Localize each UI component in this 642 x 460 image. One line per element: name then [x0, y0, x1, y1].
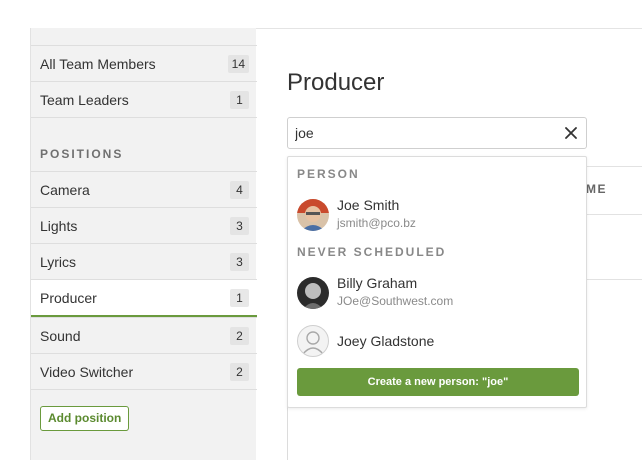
positions-section-header: POSITIONS — [40, 147, 124, 161]
count-badge: 3 — [230, 252, 249, 271]
avatar — [297, 199, 329, 231]
count-badge: 2 — [230, 326, 249, 345]
count-badge: 14 — [227, 54, 249, 73]
count-badge: 3 — [230, 216, 249, 235]
sidebar-item-sound[interactable]: Sound 2 — [31, 317, 257, 353]
sidebar-item-all-team-members[interactable]: All Team Members 14 — [31, 45, 257, 81]
sidebar-item-camera[interactable]: Camera 4 — [31, 171, 257, 207]
sidebar: All Team Members 14 Team Leaders 1 POSIT… — [30, 28, 257, 460]
table-column-header: ME — [586, 182, 607, 196]
person-section-header: PERSON — [297, 167, 360, 181]
count-badge: 2 — [230, 362, 249, 381]
sidebar-item-lights[interactable]: Lights 3 — [31, 207, 257, 243]
result-name: Billy Graham — [337, 275, 418, 291]
close-icon[interactable] — [563, 125, 579, 141]
count-badge: 1 — [230, 90, 249, 109]
person-search — [287, 117, 587, 149]
result-item-joey-gladstone[interactable]: Joey Gladstone — [288, 318, 586, 362]
sidebar-item-label: Lights — [40, 217, 78, 234]
never-scheduled-section-header: NEVER SCHEDULED — [297, 245, 447, 259]
count-badge: 4 — [230, 180, 249, 199]
sidebar-item-lyrics[interactable]: Lyrics 3 — [31, 243, 257, 279]
sidebar-item-team-leaders[interactable]: Team Leaders 1 — [31, 81, 257, 118]
sidebar-item-video-switcher[interactable]: Video Switcher 2 — [31, 353, 257, 390]
add-position-button[interactable]: Add position — [40, 406, 130, 431]
sidebar-item-label: All Team Members — [40, 55, 156, 72]
page-title: Producer — [287, 69, 385, 96]
result-email: jsmith@pco.bz — [337, 216, 416, 230]
result-name: Joey Gladstone — [337, 333, 435, 349]
sidebar-item-label: Team Leaders — [40, 91, 129, 108]
count-badge: 1 — [230, 288, 249, 307]
sidebar-item-label: Video Switcher — [40, 363, 134, 380]
avatar-placeholder-icon — [297, 325, 329, 357]
sidebar-item-label: Camera — [40, 181, 90, 198]
create-new-person-button[interactable]: Create a new person: "joe" — [297, 368, 579, 396]
sidebar-item-label: Lyrics — [40, 253, 77, 270]
sidebar-item-label: Producer — [40, 289, 97, 306]
table-border — [287, 405, 288, 460]
avatar — [297, 277, 329, 309]
search-results-dropdown: PERSON Joe Smith jsmith@pco.bz NEVER SCH… — [287, 156, 587, 408]
sidebar-item-label: Sound — [40, 327, 81, 344]
result-name: Joe Smith — [337, 197, 400, 213]
result-item-joe-smith[interactable]: Joe Smith jsmith@pco.bz — [288, 191, 586, 235]
result-email: JOe@Southwest.com — [337, 294, 454, 308]
result-item-billy-graham[interactable]: Billy Graham JOe@Southwest.com — [288, 269, 586, 313]
search-input[interactable] — [288, 118, 558, 148]
sidebar-item-producer[interactable]: Producer 1 — [31, 279, 257, 317]
